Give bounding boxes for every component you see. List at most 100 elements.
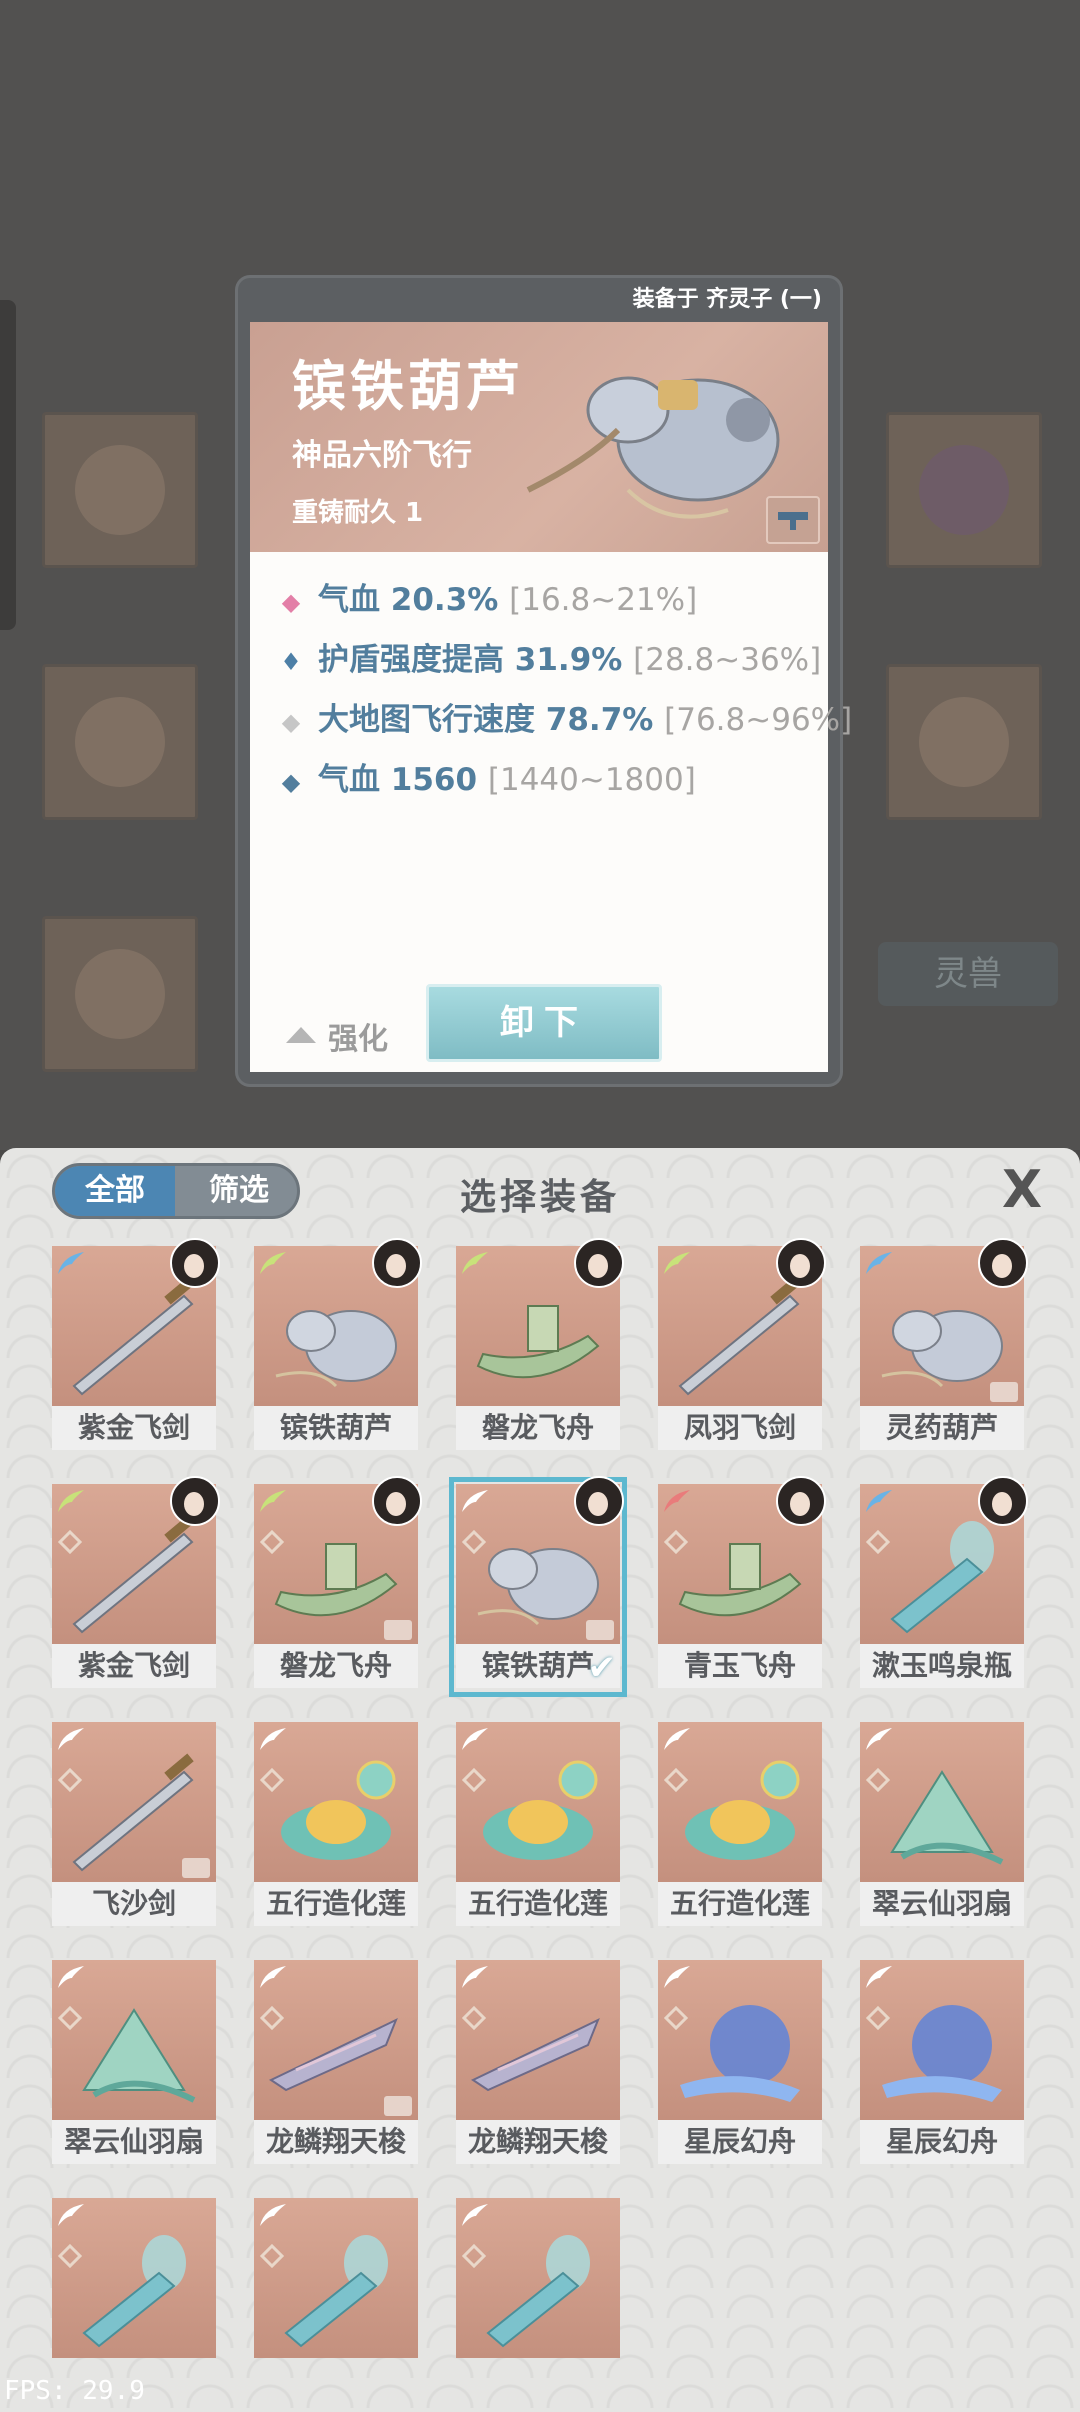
equipment-slot[interactable]: 镔铁葫芦 ✔ xyxy=(449,1476,627,1697)
element-gem-icon xyxy=(58,2244,82,2268)
equipment-slot[interactable]: 龙鳞翔天梭 xyxy=(254,1960,418,2166)
element-gem-icon xyxy=(462,2244,486,2268)
wing-icon xyxy=(664,1252,690,1274)
equipment-slot[interactable]: 磐龙飞舟 xyxy=(456,1238,624,1452)
equipment-slot[interactable]: 翠云仙羽扇 xyxy=(52,1960,216,2166)
stat-line: ◆ 气血 20.3% [16.8~21%] xyxy=(274,574,697,619)
equipment-slot[interactable]: 凤羽飞剑 xyxy=(658,1238,826,1452)
wing-icon xyxy=(58,1252,84,1274)
character-avatar-icon xyxy=(776,1238,826,1288)
element-gem-icon xyxy=(866,1768,890,1792)
equipment-slot[interactable]: 灵药葫芦 xyxy=(860,1238,1028,1452)
element-gem-icon xyxy=(866,2006,890,2030)
item-name: 龙鳞翔天梭 xyxy=(456,2120,620,2164)
wing-icon xyxy=(58,1490,84,1512)
equipment-detail-card: 装备于 齐灵子 (一) 镔铁葫芦 神品六阶飞行 重铸耐久 1 ◆ 气血 20.3%… xyxy=(238,278,852,1084)
lock-icon xyxy=(182,1858,210,1878)
wing-icon xyxy=(866,1728,892,1750)
wing-icon xyxy=(462,1490,488,1512)
item-name: 青玉飞舟 xyxy=(658,1644,822,1688)
element-gem-icon xyxy=(664,2006,688,2030)
equipment-slot[interactable]: 五行造化莲 xyxy=(254,1722,418,1928)
unequip-button[interactable]: 卸下 xyxy=(426,984,662,1062)
equipment-slot[interactable]: 青玉飞舟 xyxy=(658,1476,826,1690)
checkmark-icon: ✔ xyxy=(587,1648,617,1688)
item-name: 五行造化莲 xyxy=(254,1882,418,1926)
item-tile xyxy=(860,1722,1024,1882)
element-gem-icon xyxy=(866,1530,890,1554)
item-name: 五行造化莲 xyxy=(456,1882,620,1926)
element-gem-icon xyxy=(664,1768,688,1792)
equipment-slot[interactable]: 镔铁葫芦 xyxy=(254,1238,422,1452)
equipment-slot[interactable]: 龙鳞翔天梭 xyxy=(456,1960,620,2166)
wing-icon xyxy=(260,1490,286,1512)
equipment-slot[interactable]: 飞沙剑 xyxy=(52,1722,216,1928)
item-tile xyxy=(254,2198,418,2358)
stat-line: ◆ 气血 1560 [1440~1800] xyxy=(274,754,696,799)
equipment-slot[interactable]: 紫金飞剑 xyxy=(52,1476,220,1690)
item-tile xyxy=(456,1722,620,1882)
equipment-slot[interactable] xyxy=(456,2198,620,2404)
bg-equip-slot xyxy=(42,664,198,820)
item-banner: 镔铁葫芦 神品六阶飞行 重铸耐久 1 xyxy=(250,322,828,552)
element-gem-icon xyxy=(260,2244,284,2268)
item-name: 漱玉鸣泉瓶 xyxy=(860,1644,1024,1688)
wing-icon xyxy=(664,1966,690,1988)
element-gem-icon xyxy=(664,1530,688,1554)
item-tile xyxy=(52,2198,216,2358)
item-name: 灵药葫芦 xyxy=(860,1406,1024,1450)
item-name: 凤羽飞剑 xyxy=(658,1406,822,1450)
equipment-slot[interactable]: 紫金飞剑 xyxy=(52,1238,220,1452)
item-tile xyxy=(658,1722,822,1882)
item-grade: 神品六阶飞行 xyxy=(292,438,472,473)
lock-icon xyxy=(384,2096,412,2116)
item-name: 星辰幻舟 xyxy=(658,2120,822,2164)
item-name: 镔铁葫芦 xyxy=(254,1406,418,1450)
element-gem-icon xyxy=(462,1530,486,1554)
wing-icon xyxy=(664,1728,690,1750)
equipment-slot[interactable]: 翠云仙羽扇 xyxy=(860,1722,1024,1928)
equipment-slot[interactable]: 星辰幻舟 xyxy=(860,1960,1024,2166)
wing-icon xyxy=(462,1966,488,1988)
spirit-beast-tab[interactable]: 灵兽 xyxy=(878,942,1058,1006)
item-tile xyxy=(52,1960,216,2120)
equipment-slot[interactable]: 五行造化莲 xyxy=(658,1722,822,1928)
item-tile xyxy=(860,1960,1024,2120)
side-drawer-handle[interactable] xyxy=(0,300,16,630)
element-gem-icon xyxy=(462,2006,486,2030)
item-name: 磐龙飞舟 xyxy=(456,1406,620,1450)
wing-icon xyxy=(58,1728,84,1750)
grey-diamond-icon: ◆ xyxy=(281,708,301,736)
equipped-on-label: 装备于 齐灵子 (一) xyxy=(632,287,822,312)
equipment-slot[interactable] xyxy=(52,2198,216,2404)
equipment-slot[interactable] xyxy=(254,2198,418,2404)
panel-title: 选择装备 xyxy=(459,1177,620,1218)
item-name: 五行造化莲 xyxy=(658,1882,822,1926)
fps-counter: FPS: 29.9 xyxy=(4,2376,145,2406)
item-tile xyxy=(254,1722,418,1882)
wing-icon xyxy=(664,1490,690,1512)
character-avatar-icon xyxy=(372,1476,422,1526)
item-name: 飞沙剑 xyxy=(52,1882,216,1926)
item-name: 磐龙飞舟 xyxy=(254,1644,418,1688)
character-avatar-icon xyxy=(574,1238,624,1288)
element-gem-icon xyxy=(260,1530,284,1554)
enhance-button[interactable]: 强化 xyxy=(286,1014,388,1058)
flame-icon: ♦ xyxy=(280,648,302,676)
item-tile xyxy=(456,1960,620,2120)
wing-icon xyxy=(260,1252,286,1274)
wing-icon xyxy=(462,1252,488,1274)
stat-line: ♦ 护盾强度提高 31.9% [28.8~36%] xyxy=(274,634,821,679)
bg-equip-slot xyxy=(42,412,198,568)
equipment-slot[interactable]: 五行造化莲 xyxy=(456,1722,620,1928)
equipment-slot[interactable]: 磐龙飞舟 xyxy=(254,1476,422,1690)
lock-icon[interactable] xyxy=(766,496,820,544)
element-gem-icon xyxy=(58,1768,82,1792)
equipment-slot[interactable]: 漱玉鸣泉瓶 xyxy=(860,1476,1028,1690)
wing-icon xyxy=(260,2204,286,2226)
item-tile xyxy=(658,1960,822,2120)
close-button[interactable]: X xyxy=(994,1162,1050,1218)
lock-icon xyxy=(384,1620,412,1640)
bg-equip-slot xyxy=(886,412,1042,568)
equipment-slot[interactable]: 星辰幻舟 xyxy=(658,1960,822,2166)
